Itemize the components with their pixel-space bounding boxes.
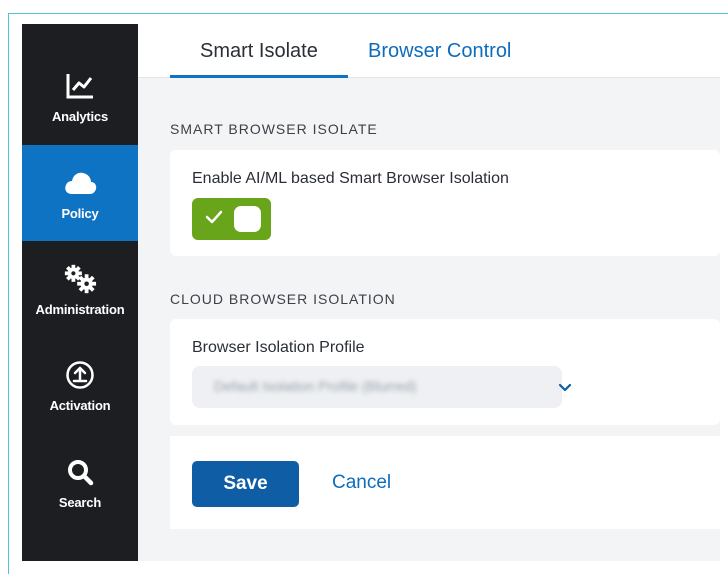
- chevron-down-icon: [558, 383, 572, 392]
- analytics-chart-icon: [63, 69, 97, 103]
- sidebar-item-administration[interactable]: Administration: [22, 241, 138, 337]
- sidebar: Analytics Policy Administration Activati…: [22, 24, 138, 561]
- sidebar-item-analytics[interactable]: Analytics: [22, 48, 138, 144]
- sidebar-item-label: Search: [58, 494, 102, 510]
- action-bar: Save Cancel: [170, 436, 720, 529]
- smart-isolation-card: Enable AI/ML based Smart Browser Isolati…: [170, 150, 720, 256]
- cancel-button[interactable]: Cancel: [332, 472, 391, 494]
- browser-isolation-card: Browser Isolation Profile Default Isolat…: [170, 319, 720, 425]
- tab-browser-control[interactable]: Browser Control: [368, 24, 511, 78]
- toggle-knob: [234, 206, 261, 232]
- tab-bar: Smart Isolate Browser Control: [138, 24, 720, 78]
- selected-profile-value: Default Isolation Profile (Blurred): [214, 378, 417, 394]
- tab-smart-isolate[interactable]: Smart Isolate: [170, 24, 348, 78]
- active-tab-indicator: [170, 75, 348, 78]
- sidebar-item-label: Activation: [49, 397, 111, 413]
- gears-icon: [63, 262, 97, 296]
- sidebar-item-label: Analytics: [51, 108, 108, 124]
- section-title-cloud-browser-isolation: CLOUD BROWSER ISOLATION: [170, 291, 396, 307]
- cloud-icon: [63, 166, 97, 200]
- smart-isolation-label: Enable AI/ML based Smart Browser Isolati…: [192, 170, 509, 187]
- sidebar-item-label: Policy: [61, 205, 99, 221]
- smart-isolation-toggle[interactable]: [192, 198, 271, 240]
- browser-isolation-profile-select[interactable]: Default Isolation Profile (Blurred): [192, 366, 572, 408]
- section-title-smart-browser-isolate: SMART BROWSER ISOLATE: [170, 121, 378, 137]
- save-button[interactable]: Save: [192, 461, 299, 507]
- sidebar-item-policy[interactable]: Policy: [22, 145, 138, 241]
- sidebar-item-label: Administration: [35, 301, 125, 317]
- search-icon: [63, 455, 97, 489]
- upload-circle-icon: [63, 358, 97, 392]
- sidebar-item-activation[interactable]: Activation: [22, 337, 138, 433]
- checkmark-icon: [205, 210, 223, 224]
- sidebar-item-search[interactable]: Search: [22, 434, 138, 530]
- main-panel: Smart Isolate Browser Control SMART BROW…: [138, 24, 720, 561]
- browser-isolation-profile-label: Browser Isolation Profile: [192, 339, 365, 356]
